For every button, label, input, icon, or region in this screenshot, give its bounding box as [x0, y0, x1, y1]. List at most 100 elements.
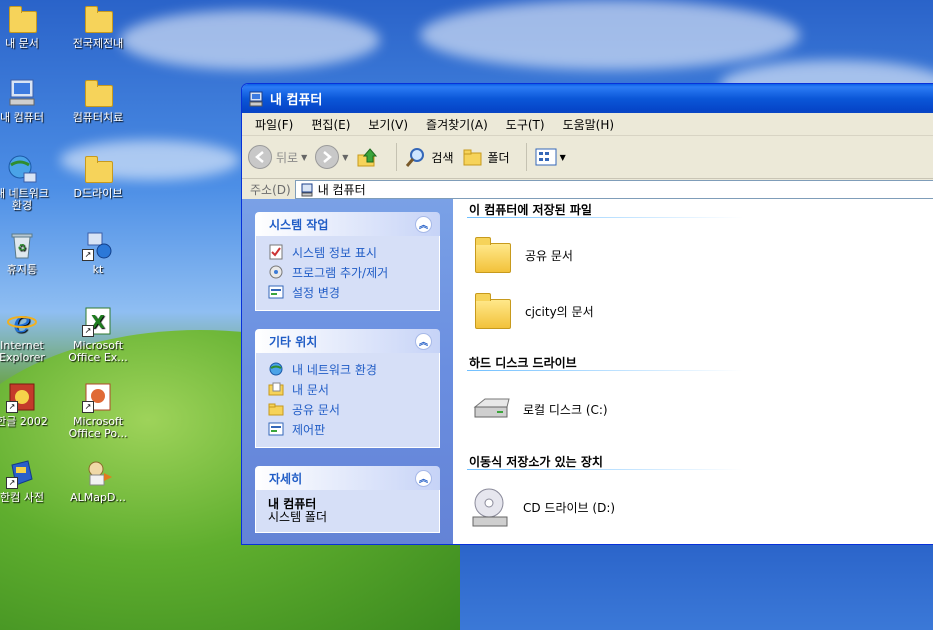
svg-text:e: e	[13, 305, 31, 337]
computer-icon	[301, 183, 313, 196]
desktop-icon-my-documents[interactable]: 내 문서	[0, 3, 58, 50]
desktop-icon-almap[interactable]: ALMapD...	[62, 457, 134, 504]
place-label: 제어판	[292, 422, 326, 437]
desktop-icon-hangul[interactable]: ↗ 한글 2002	[0, 381, 58, 428]
group-header-removable-storage: 이동식 저장소가 있는 장치	[469, 455, 603, 469]
task-pane: 시스템 작업 ︽ 시스템 정보 표시 프로그램 추가/제거 설정 변경 기타 위…	[242, 199, 453, 544]
desktop-icon-hancom-dictionary[interactable]: ↗ 한컴 사전	[0, 457, 58, 504]
desktop-icon-folder-2[interactable]: 컴퓨터치료	[62, 77, 134, 124]
shortcut-arrow-icon: ↗	[82, 249, 94, 261]
menu-favorites[interactable]: 즐겨찾기(A)	[417, 114, 497, 135]
desktop-icon-network[interactable]: 내 네트워크 환경	[0, 153, 58, 212]
desktop-icon-label: kt	[92, 263, 104, 276]
desktop-icon-kt[interactable]: ↗ kt	[62, 229, 134, 276]
task-view-system-info[interactable]: 시스템 정보 표시	[268, 242, 429, 262]
views-button[interactable]: ▼	[535, 147, 566, 167]
item-label: 로컬 디스크 (C:)	[523, 402, 608, 417]
folder-icon	[473, 291, 513, 331]
internet-explorer-icon: e	[6, 305, 38, 340]
group-divider	[467, 370, 743, 371]
item-label: cjcity의 문서	[525, 304, 594, 319]
computer-icon	[248, 91, 264, 107]
details-header[interactable]: 자세히 ︽	[255, 466, 440, 490]
details-panel: 자세히 ︽ 내 컴퓨터 시스템 폴더	[255, 466, 440, 533]
place-my-documents[interactable]: 내 문서	[268, 379, 429, 399]
folder-icon	[82, 77, 114, 109]
search-button[interactable]: 검색	[405, 146, 454, 168]
back-button[interactable]: 뒤로 ▼	[248, 145, 307, 169]
desktop-icon-label: 한글 2002	[0, 415, 48, 428]
kt-network-icon: ↗	[82, 229, 114, 261]
item-label: CD 드라이브 (D:)	[523, 500, 616, 515]
place-shared-documents[interactable]: 공유 문서	[268, 399, 429, 419]
task-label: 시스템 정보 표시	[292, 245, 377, 260]
folders-button[interactable]: 폴더	[462, 146, 510, 168]
folder-icon	[473, 235, 513, 275]
dictionary-icon: ↗	[6, 457, 38, 489]
group-divider	[467, 217, 743, 218]
window-title: 내 컴퓨터	[270, 93, 323, 108]
place-my-network[interactable]: 내 네트워크 환경	[268, 359, 429, 379]
chevron-down-icon: ▼	[559, 152, 566, 162]
almap-icon	[82, 457, 114, 489]
content-pane: 이 컴퓨터에 저장된 파일 공유 문서 cjcity의 문서 하드 디스크 드라…	[453, 199, 933, 544]
views-icon	[535, 148, 557, 166]
system-tasks-title: 시스템 작업	[269, 217, 329, 232]
hangul-icon: ↗	[6, 381, 38, 413]
desktop-icon-excel[interactable]: X ↗ Microsoft Office Ex...	[62, 305, 134, 364]
network-globe-icon	[6, 153, 38, 185]
item-user-documents[interactable]: cjcity의 문서	[473, 291, 594, 331]
item-shared-documents[interactable]: 공유 문서	[473, 235, 573, 275]
title-bar[interactable]: 내 컴퓨터	[242, 84, 933, 113]
desktop-icon-internet-explorer[interactable]: e Internet Explorer	[0, 305, 58, 364]
task-add-remove-programs[interactable]: 프로그램 추가/제거	[268, 262, 429, 282]
back-label: 뒤로	[276, 150, 299, 165]
menu-help[interactable]: 도움말(H)	[554, 114, 624, 135]
place-label: 내 문서	[292, 382, 329, 397]
up-folder-button[interactable]	[356, 145, 380, 169]
forward-arrow-icon	[315, 145, 340, 169]
other-places-header[interactable]: 기타 위치 ︽	[255, 329, 440, 353]
search-icon	[406, 148, 425, 167]
desktop-icon-label: 내 문서	[5, 37, 39, 50]
svg-text:♻: ♻	[18, 243, 27, 254]
desktop-icon-label: Internet Explorer	[0, 339, 45, 364]
add-remove-programs-icon	[269, 265, 283, 279]
desktop-icon-folder-1[interactable]: 전국제전내	[62, 3, 134, 50]
desktop-icon-label: Microsoft Office Ex...	[68, 339, 128, 364]
hard-disk-icon	[471, 389, 511, 429]
desktop-icon-label: 내 컴퓨터	[0, 111, 44, 124]
task-change-setting[interactable]: 설정 변경	[268, 282, 429, 302]
other-places-panel: 기타 위치 ︽ 내 네트워크 환경 내 문서 공유 문서 제어판	[255, 329, 440, 448]
item-cd-drive-d[interactable]: CD 드라이브 (D:)	[471, 487, 615, 527]
cd-drive-icon	[471, 487, 511, 527]
desktop-icon-my-computer[interactable]: 내 컴퓨터	[0, 77, 58, 124]
system-tasks-header[interactable]: 시스템 작업 ︽	[255, 212, 440, 236]
place-control-panel[interactable]: 제어판	[268, 419, 429, 439]
forward-button[interactable]: ▼	[315, 145, 348, 169]
collapse-icon[interactable]: ︽	[415, 332, 432, 350]
task-label: 설정 변경	[292, 285, 340, 300]
desktop-icon-powerpoint[interactable]: ↗ Microsoft Office Po...	[62, 381, 134, 440]
other-places-title: 기타 위치	[269, 334, 318, 349]
desktop-icon-d-drive[interactable]: D드라이브	[62, 153, 134, 200]
address-field[interactable]: 내 컴퓨터	[294, 180, 933, 199]
address-value: 내 컴퓨터	[317, 183, 366, 197]
chevron-down-icon: ▼	[301, 152, 308, 162]
my-computer-window[interactable]: 내 컴퓨터 파일(F) 편집(E) 보기(V) 즐겨찾기(A) 도구(T) 도움…	[241, 83, 933, 545]
desktop-icon-recycle-bin[interactable]: ♻ 휴지통	[0, 229, 58, 276]
system-info-icon	[269, 244, 283, 260]
shortcut-arrow-icon: ↗	[82, 325, 94, 337]
menu-view[interactable]: 보기(V)	[359, 114, 417, 135]
my-documents-icon	[6, 3, 38, 35]
collapse-icon[interactable]: ︽	[415, 469, 432, 487]
item-local-disk-c[interactable]: 로컬 디스크 (C:)	[471, 389, 608, 429]
desktop-icon-label: 한컴 사전	[0, 491, 44, 504]
folder-icon	[82, 153, 114, 185]
details-type: 시스템 폴더	[268, 510, 328, 524]
menu-tools[interactable]: 도구(T)	[497, 114, 554, 135]
menu-edit[interactable]: 편집(E)	[302, 114, 359, 135]
collapse-icon[interactable]: ︽	[415, 215, 432, 233]
desktop-icon-label: 휴지통	[6, 263, 38, 276]
menu-file[interactable]: 파일(F)	[246, 114, 302, 135]
